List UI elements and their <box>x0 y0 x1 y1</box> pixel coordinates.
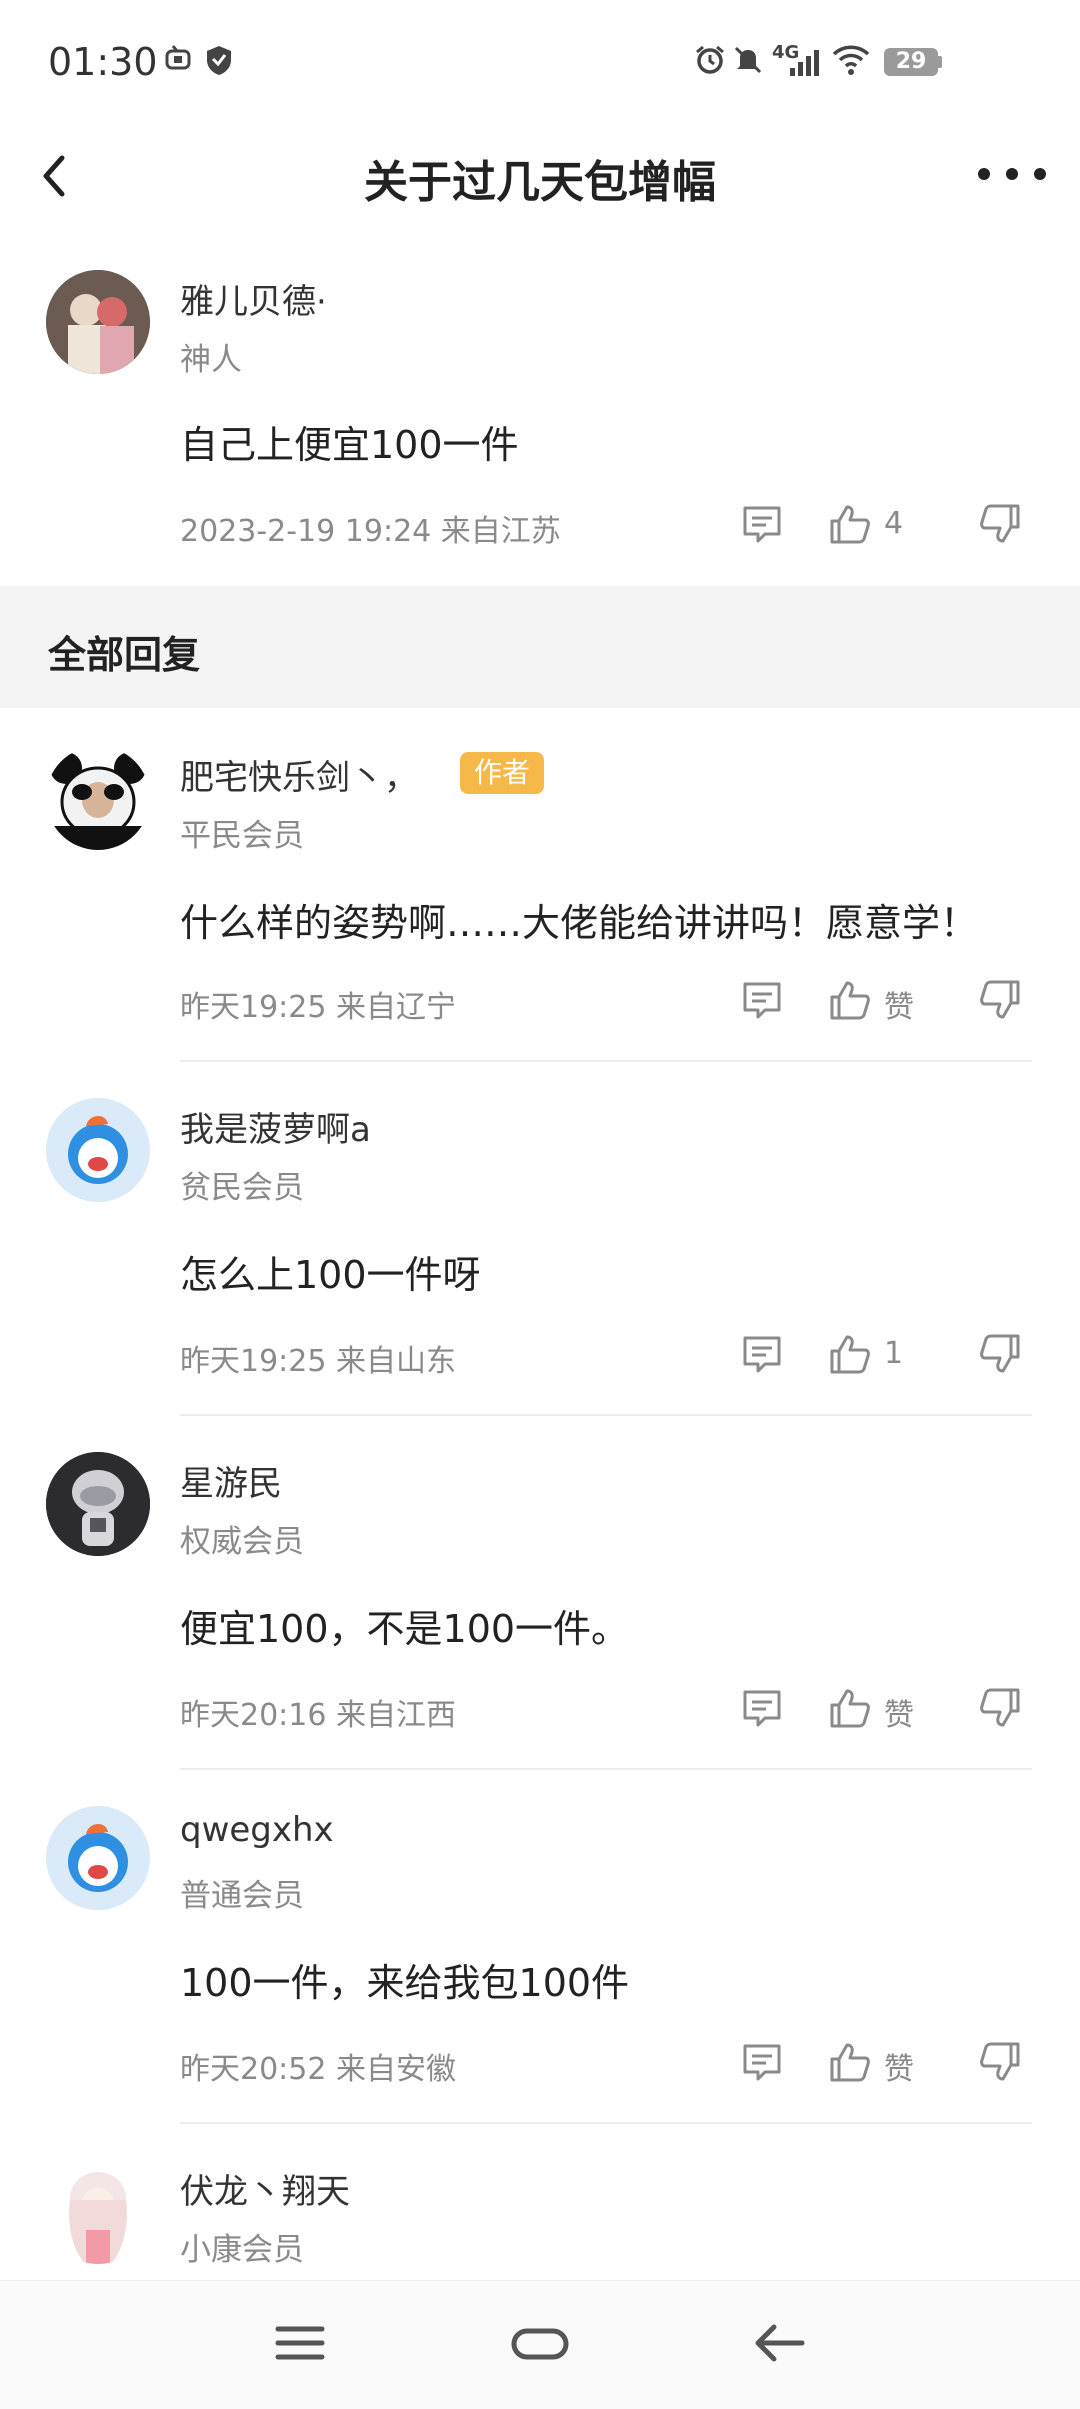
thumbs-up-icon[interactable] <box>828 1686 872 1730</box>
divider <box>180 2122 1032 2124</box>
user-photo-image <box>46 270 150 374</box>
shield-icon <box>207 46 231 75</box>
reply-username[interactable]: 我是菠萝啊a <box>180 1102 371 1151</box>
thumbs-down-icon[interactable] <box>978 1332 1022 1376</box>
cartoon-avatar-image <box>46 1806 150 1910</box>
reply-user-level: 普通会员 <box>180 1878 304 1914</box>
thumbs-up-icon[interactable] <box>828 978 872 1022</box>
reply-content: 怎么上100一件呀 <box>180 1253 481 1297</box>
reply-like-label: 赞 <box>884 990 914 1025</box>
reply-like-label: 赞 <box>884 2052 914 2087</box>
comment-icon[interactable] <box>740 1332 784 1376</box>
post-username[interactable]: 雅儿贝德· <box>180 274 327 323</box>
avatar[interactable] <box>46 2160 150 2264</box>
reply-content: 100一件，来给我包100件 <box>180 1961 630 2005</box>
thumbs-up-icon[interactable] <box>828 1332 872 1376</box>
divider <box>180 1060 1032 1062</box>
reply-username[interactable]: 肥宅快乐剑丶， <box>180 750 418 799</box>
top-bar: 关于过几天包增幅 <box>0 120 1080 230</box>
thumbs-down-icon[interactable] <box>978 502 1022 546</box>
app-notification-icon <box>165 45 191 70</box>
reply-user-level: 平民会员 <box>180 818 304 854</box>
arrow-left-icon[interactable] <box>740 2311 820 2375</box>
battery-tip <box>938 56 942 68</box>
replies-section-header: 全部回复 <box>0 586 1080 708</box>
reply-user-level: 贫民会员 <box>180 1170 304 1206</box>
reply-like-label: 1 <box>884 1336 904 1371</box>
post-user-level: 神人 <box>180 342 242 378</box>
reply-content: 什么样的姿势啊……大佬能给讲讲吗！愿意学！ <box>180 901 979 945</box>
mute-bell-icon <box>734 46 762 74</box>
anime-girl-avatar-image <box>46 2160 150 2264</box>
alarm-icon <box>696 45 724 74</box>
avatar[interactable] <box>46 270 150 374</box>
battery-icon: 29 <box>884 48 938 76</box>
reply-username[interactable]: qwegxhx <box>180 1810 334 1850</box>
reply-meta: 昨天19:25 来自山东 <box>180 1344 456 1379</box>
post-content: 自己上便宜100一件 <box>180 423 519 467</box>
wifi-icon <box>832 45 870 75</box>
reply-username[interactable]: 伏龙丶翔天 <box>180 2164 350 2213</box>
system-nav-bar <box>0 2280 1080 2409</box>
page-title: 关于过几天包增幅 <box>364 157 716 208</box>
battery-level: 29 <box>895 49 927 74</box>
post-like-count: 4 <box>884 506 904 541</box>
avatar[interactable] <box>46 746 150 850</box>
avatar[interactable] <box>46 1452 150 1556</box>
reply-content: 便宜100，不是100一件。 <box>180 1607 630 1651</box>
replies-section-title: 全部回复 <box>48 633 201 677</box>
status-bar: 01:30 4G 29 <box>0 0 1080 120</box>
divider <box>180 1768 1032 1770</box>
thumbs-down-icon[interactable] <box>978 978 1022 1022</box>
status-time: 01:30 <box>48 40 158 84</box>
author-badge: 作者 <box>460 752 545 794</box>
home-pill-icon[interactable] <box>500 2311 580 2375</box>
panda-avatar-image <box>46 746 150 850</box>
reply-user-level: 小康会员 <box>180 2232 304 2268</box>
comment-icon[interactable] <box>740 502 784 546</box>
avatar[interactable] <box>46 1098 150 1202</box>
thumbs-up-icon[interactable] <box>828 502 872 546</box>
reply-meta: 昨天19:25 来自辽宁 <box>180 990 456 1025</box>
avatar[interactable] <box>46 1806 150 1910</box>
comment-icon[interactable] <box>740 978 784 1022</box>
cartoon-avatar-image <box>46 1098 150 1202</box>
thumbs-down-icon[interactable] <box>978 1686 1022 1730</box>
comment-icon[interactable] <box>740 1686 784 1730</box>
thumbs-down-icon[interactable] <box>978 2040 1022 2084</box>
divider <box>180 1414 1032 1416</box>
post-meta: 2023-2-19 19:24 来自江苏 <box>180 514 561 549</box>
comment-icon[interactable] <box>740 2040 784 2084</box>
menu-icon[interactable] <box>260 2311 340 2375</box>
more-options-button[interactable] <box>972 154 1052 194</box>
reply-user-level: 权威会员 <box>180 1524 304 1560</box>
thumbs-up-icon[interactable] <box>828 2040 872 2084</box>
signal-icon <box>790 50 819 76</box>
reply-username[interactable]: 星游民 <box>180 1456 282 1505</box>
robot-avatar-image <box>46 1452 150 1556</box>
reply-like-label: 赞 <box>884 1698 914 1733</box>
reply-meta: 昨天20:52 来自安徽 <box>180 2052 456 2087</box>
reply-meta: 昨天20:16 来自江西 <box>180 1698 456 1733</box>
